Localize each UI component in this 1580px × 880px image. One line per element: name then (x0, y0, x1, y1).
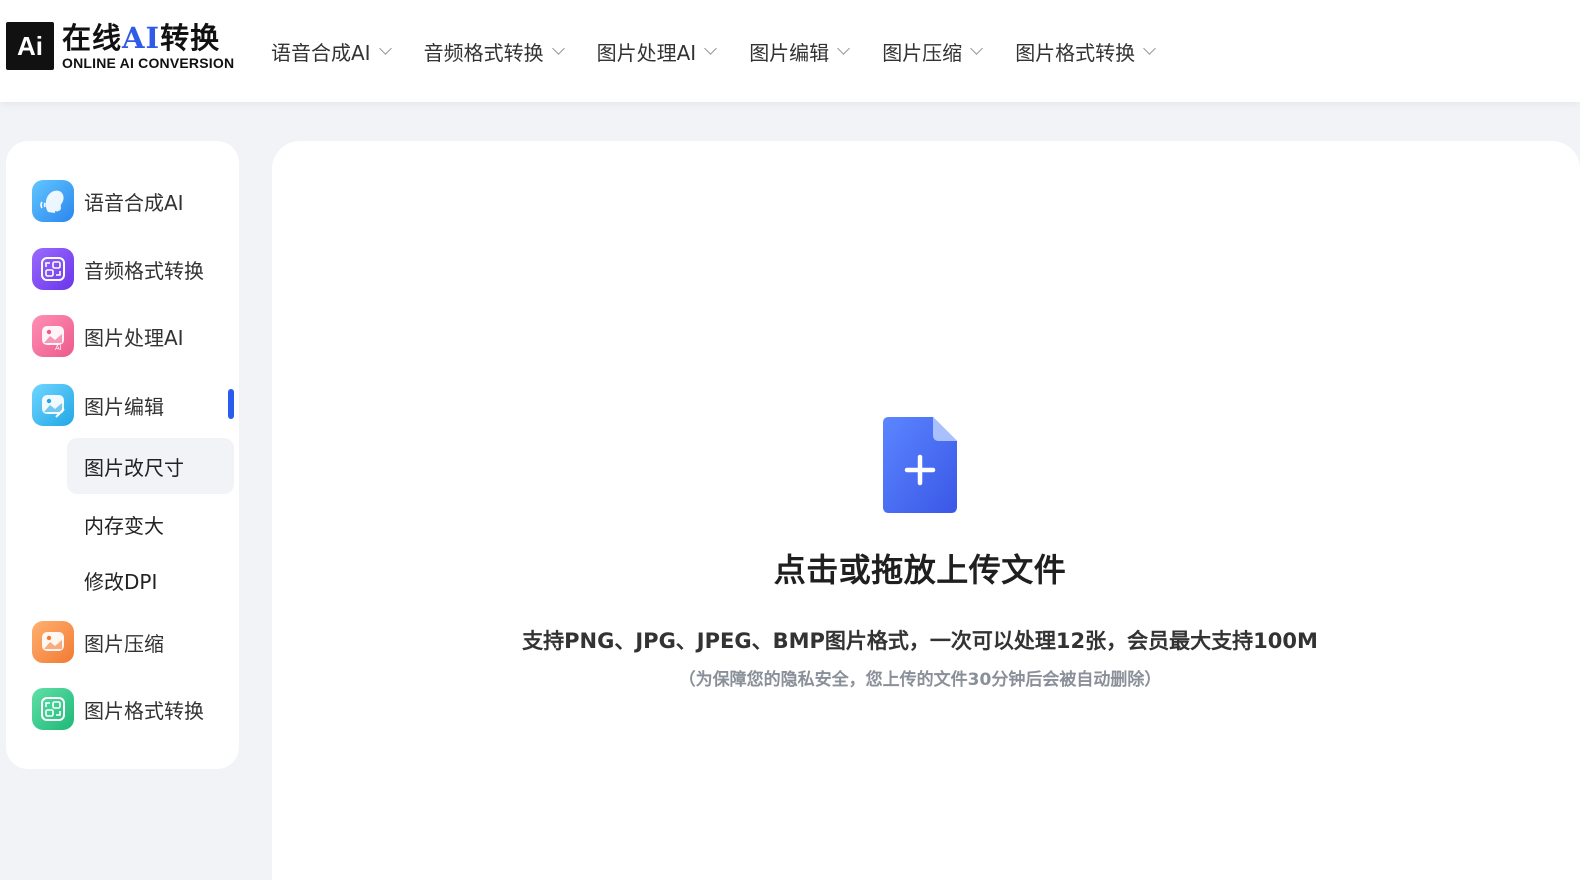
upload-area[interactable]: 点击或拖放上传文件 支持PNG、JPG、JPEG、BMP图片格式，一次可以处理1… (272, 141, 1580, 880)
site-logo[interactable]: Ai 在线AI转换 ONLINE AI CONVERSION (6, 22, 234, 72)
image-compress-icon (32, 621, 74, 663)
logo-mark: Ai (6, 22, 54, 70)
logo-title-prefix: 在线 (62, 21, 123, 55)
sidebar-item-label: 图片处理AI (84, 325, 184, 350)
image-edit-glyph (42, 395, 65, 418)
image-ai-icon: AI (32, 315, 74, 357)
chevron-down-icon (704, 41, 718, 55)
chevron-down-icon (837, 41, 851, 55)
nav-item-speech-ai[interactable]: 语音合成AI (271, 34, 392, 68)
sidebar-item-speech-ai[interactable]: 语音合成AI (32, 179, 232, 223)
logo-title-suffix: 转换 (160, 21, 221, 55)
sub-item-label: 内存变大 (84, 513, 164, 538)
nav-item-image-compress[interactable]: 图片压缩 (882, 34, 984, 68)
sub-item-image-resize[interactable]: 图片改尺寸 (67, 438, 234, 494)
logo-text: 在线AI转换 ONLINE AI CONVERSION (62, 22, 234, 72)
nav-item-label: 图片编辑 (749, 40, 830, 65)
nav-item-label: 图片压缩 (882, 40, 963, 65)
logo-title: 在线AI转换 (62, 22, 234, 54)
main-nav: 语音合成AI 音频格式转换 图片处理AI 图片编辑 图片压缩 图片格式转换 (271, 34, 1157, 68)
nav-item-label: 图片格式转换 (1015, 40, 1136, 65)
logo-subtitle: ONLINE AI CONVERSION (62, 55, 235, 71)
sidebar-item-image-ai[interactable]: AI 图片处理AI (32, 314, 232, 358)
image-edit-icon (32, 384, 74, 426)
upload-description: 支持PNG、JPG、JPEG、BMP图片格式，一次可以处理12张，会员最大支持1… (522, 629, 1318, 653)
sub-item-label: 修改DPI (84, 569, 158, 594)
image-convert-glyph (41, 697, 65, 721)
sidebar-item-label: 图片格式转换 (84, 698, 204, 723)
nav-item-image-convert[interactable]: 图片格式转换 (1015, 34, 1157, 68)
sub-item-enlarge-filesize[interactable]: 内存变大 (67, 496, 234, 552)
nav-item-label: 图片处理AI (596, 40, 697, 65)
chevron-down-icon (970, 41, 984, 55)
sub-item-modify-dpi[interactable]: 修改DPI (67, 552, 234, 608)
top-header: Ai 在线AI转换 ONLINE AI CONVERSION 语音合成AI 音频… (0, 0, 1580, 102)
audio-convert-icon (32, 248, 74, 290)
sidebar-item-label: 图片编辑 (84, 394, 164, 419)
chevron-down-icon (551, 41, 565, 55)
logo-title-ai: AI (122, 21, 161, 55)
nav-item-image-edit[interactable]: 图片编辑 (749, 34, 851, 68)
image-ai-glyph: AI (42, 326, 64, 351)
chevron-down-icon (1143, 41, 1157, 55)
nav-item-audio-convert[interactable]: 音频格式转换 (423, 34, 565, 68)
sidebar-item-label: 语音合成AI (84, 190, 184, 215)
sidebar-item-audio-convert[interactable]: 音频格式转换 (32, 247, 232, 291)
sub-item-label: 图片改尺寸 (84, 455, 184, 480)
image-compress-glyph (42, 632, 64, 651)
sidebar-item-image-edit[interactable]: 图片编辑 (32, 383, 232, 427)
chevron-down-icon (378, 41, 392, 55)
speech-head-glyph (40, 190, 64, 213)
sidebar-item-image-compress[interactable]: 图片压缩 (32, 620, 232, 664)
sidebar-item-label: 图片压缩 (84, 631, 164, 656)
nav-item-label: 语音合成AI (271, 40, 371, 65)
image-convert-icon (32, 688, 74, 730)
audio-convert-glyph (41, 257, 65, 281)
nav-item-label: 音频格式转换 (423, 40, 544, 65)
nav-item-image-ai[interactable]: 图片处理AI (596, 34, 718, 68)
upload-title[interactable]: 点击或拖放上传文件 (272, 545, 1568, 591)
sidebar-item-image-convert[interactable]: 图片格式转换 (32, 687, 232, 731)
privacy-note: （为保障您的隐私安全，您上传的文件30分钟后会被自动删除） (678, 670, 1162, 690)
file-add-icon[interactable] (883, 417, 957, 513)
active-indicator (228, 389, 234, 419)
sidebar: 语音合成AI 音频格式转换 AI 图片处理AI 图片编辑 图片改尺寸 内存变大 … (6, 141, 239, 769)
sidebar-item-label: 音频格式转换 (84, 258, 204, 283)
svg-text:AI: AI (55, 345, 62, 351)
speech-head-icon (32, 180, 74, 222)
